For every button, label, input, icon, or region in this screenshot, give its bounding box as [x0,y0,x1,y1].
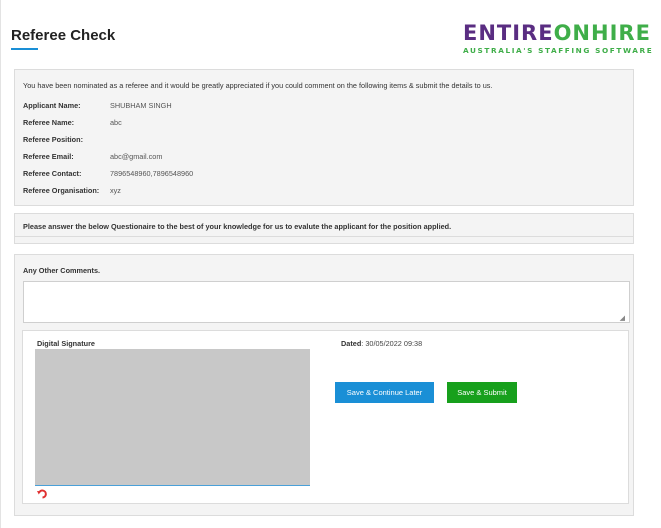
field-referee-email: Referee Email: abc@gmail.com [23,152,162,161]
logo-entire: ENTIRE [463,21,554,45]
questionnaire-panel: Please answer the below Questionaire to … [14,213,634,244]
field-value: SHUBHAM SINGH [110,101,172,110]
field-label: Applicant Name: [23,101,81,110]
left-border [0,0,1,528]
field-referee-contact: Referee Contact: 7896548960,7896548960 [23,169,193,178]
field-label: Referee Name: [23,118,75,127]
field-value: 7896548960,7896548960 [110,169,194,178]
field-label: Referee Contact: [23,169,82,178]
dated-value: : 30/05/2022 09:38 [361,339,423,348]
comments-panel: Any Other Comments. ◢ Digital Signature … [14,254,634,516]
signature-label: Digital Signature [37,339,95,348]
dated-text: Dated: 30/05/2022 09:38 [341,339,422,348]
field-referee-organisation: Referee Organisation: xyz [23,186,121,195]
field-label: Referee Organisation: [23,186,100,195]
field-applicant-name: Applicant Name: SHUBHAM SINGH [23,101,172,110]
field-value: xyz [110,186,121,195]
intro-text: You have been nominated as a referee and… [23,81,493,90]
dated-label: Dated [341,339,362,348]
signature-panel: Digital Signature Dated: 30/05/2022 09:3… [22,330,629,504]
field-value: abc [110,118,122,127]
resize-grip-icon[interactable]: ◢ [620,315,625,322]
field-label: Referee Email: [23,152,74,161]
referee-info-panel: You have been nominated as a referee and… [14,69,634,206]
entireonhire-logo: ENTIREONHIRE AUSTRALIA'S STAFFING SOFTWA… [463,21,654,56]
comments-textarea[interactable] [23,281,630,323]
save-submit-button[interactable]: Save & Submit [447,382,517,403]
undo-arrow-icon[interactable] [36,488,48,500]
save-continue-later-button[interactable]: Save & Continue Later [335,382,434,403]
title-underline [11,48,38,50]
page-title: Referee Check [11,27,116,44]
comments-label: Any Other Comments. [23,266,101,275]
signature-canvas[interactable] [35,349,310,486]
questionnaire-text: Please answer the below Questionaire to … [23,222,452,231]
logo-tagline: AUSTRALIA'S STAFFING SOFTWARE [463,46,654,55]
field-value: abc@gmail.com [110,152,163,161]
field-referee-position: Referee Position: [23,135,110,144]
logo-wordmark: ENTIREONHIRE [463,21,650,45]
field-label: Referee Position: [23,135,84,144]
questionnaire-divider [15,236,633,237]
field-referee-name: Referee Name: abc [23,118,122,127]
logo-onhire: ONHIRE [553,21,651,45]
